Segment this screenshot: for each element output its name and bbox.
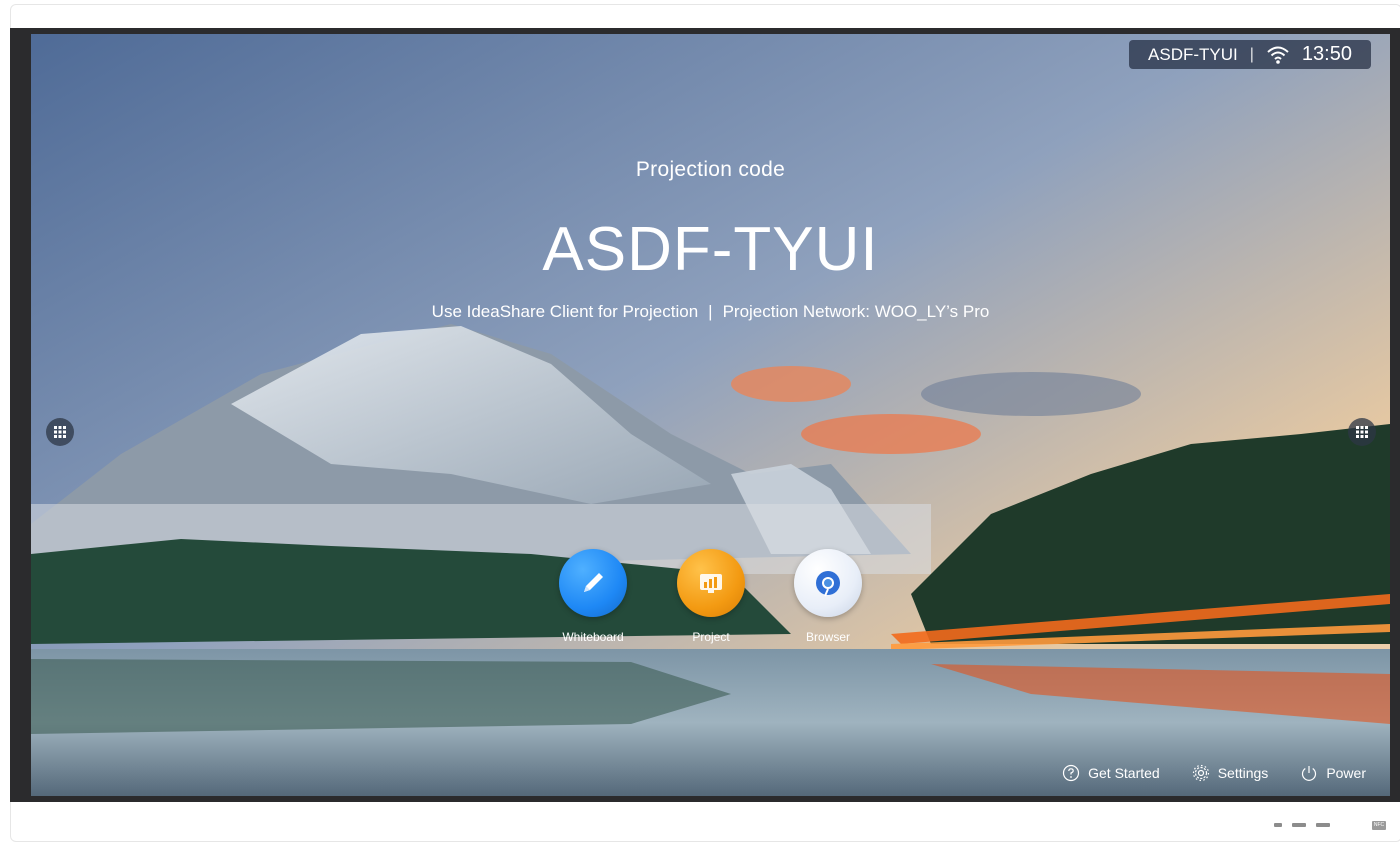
- power-button[interactable]: Power: [1300, 764, 1366, 782]
- gear-icon: [1192, 764, 1209, 782]
- app-browser[interactable]: Browser: [783, 549, 873, 644]
- status-projection-code: ASDF-TYUI: [1148, 44, 1238, 64]
- wifi-icon: [1267, 46, 1289, 64]
- projection-info: Use IdeaShare Client for Projection | Proj…: [31, 302, 1390, 322]
- landscape-wallpaper: [31, 34, 1390, 796]
- client-instructions: Use IdeaShare Client for Projection: [431, 302, 699, 321]
- app-grid-icon: [1356, 426, 1368, 438]
- project-icon-circle[interactable]: [677, 549, 745, 617]
- get-started-button[interactable]: Get Started: [1062, 764, 1160, 782]
- app-project[interactable]: Project: [666, 549, 756, 644]
- help-icon: [1063, 764, 1080, 782]
- settings-button[interactable]: Settings: [1192, 764, 1269, 782]
- settings-label: Settings: [1217, 765, 1269, 781]
- browser-icon: [816, 571, 840, 597]
- app-grid-icon: [54, 426, 66, 438]
- right-app-grid-button[interactable]: [1348, 418, 1376, 446]
- device-indicator-lights: [1274, 823, 1330, 827]
- indicator-dash: [1292, 823, 1306, 827]
- status-pill: ASDF-TYUI | 13:50: [1129, 40, 1371, 69]
- indicator-dash: [1316, 823, 1330, 827]
- projection-code: ASDF-TYUI: [542, 215, 879, 284]
- project-label: Project: [692, 630, 730, 644]
- projection-code-label: Projection code: [635, 158, 786, 181]
- whiteboard-label: Whiteboard: [562, 630, 624, 644]
- projection-info-separator: |: [708, 302, 713, 321]
- browser-icon-circle[interactable]: [794, 549, 862, 617]
- pen-icon: [584, 573, 603, 592]
- power-icon: [1302, 766, 1317, 781]
- whiteboard-icon-circle[interactable]: [559, 549, 627, 617]
- left-app-grid-button[interactable]: [46, 418, 74, 446]
- project-icon: [700, 574, 722, 593]
- indicator-dash: [1274, 823, 1282, 827]
- home-screen: ASDF-TYUI | 13:50 Projection code ASDF-T…: [31, 34, 1390, 796]
- app-whiteboard[interactable]: Whiteboard: [548, 549, 638, 644]
- status-separator: |: [1249, 45, 1254, 63]
- projection-network: Projection Network: WOO_LY’s Pro: [722, 302, 990, 321]
- browser-label: Browser: [805, 630, 850, 644]
- clock-time: 13:50: [1301, 43, 1352, 65]
- get-started-label: Get Started: [1088, 765, 1160, 781]
- nfc-icon: NFC: [1372, 821, 1386, 830]
- power-label: Power: [1326, 765, 1366, 781]
- bottom-action-bar: Get Started Settings Power: [1062, 764, 1366, 782]
